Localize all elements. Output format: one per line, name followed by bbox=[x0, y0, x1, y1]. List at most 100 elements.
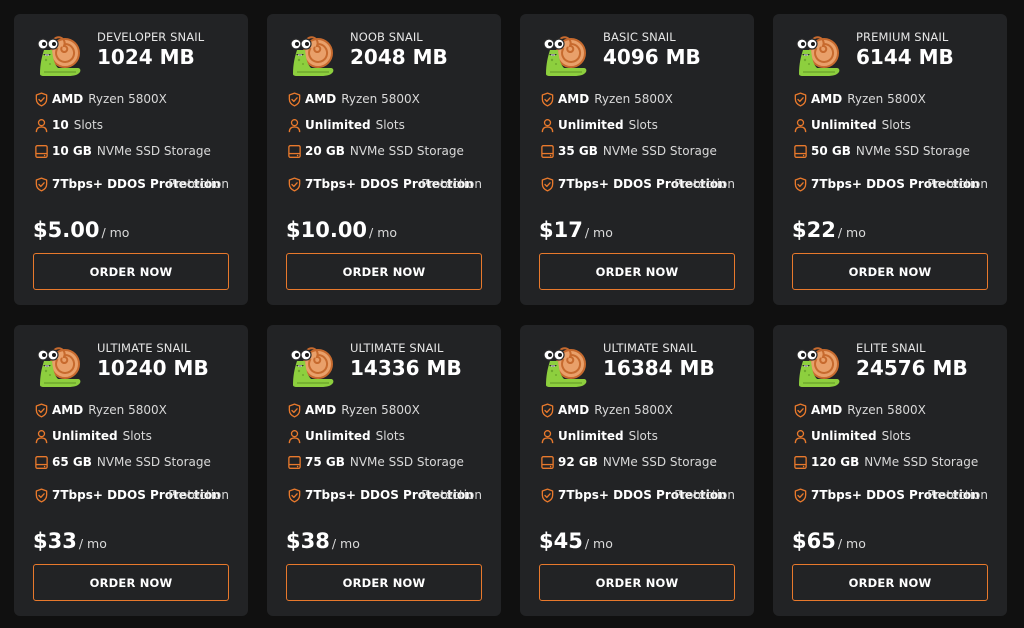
cpu-model: Ryzen 5800X bbox=[341, 403, 420, 417]
plan-price: $45 bbox=[539, 529, 583, 553]
plan-card: NOOB SNAIL 2048 MB AMD Ryzen 5800X Unlim… bbox=[267, 14, 501, 305]
feature-ddos: 7Tbps+ DDOS Protection Protection bbox=[792, 475, 988, 515]
feature-cpu: AMD Ryzen 5800X bbox=[33, 86, 229, 112]
shield-check-icon bbox=[792, 402, 808, 418]
shield-check-icon bbox=[33, 176, 49, 192]
snail-mascot-icon bbox=[290, 347, 334, 387]
price-period: / mo bbox=[584, 225, 613, 240]
slots-count: Unlimited bbox=[305, 429, 371, 443]
feature-ddos: 7Tbps+ DDOS Protection Protection bbox=[539, 475, 735, 515]
order-now-button[interactable]: ORDER NOW bbox=[33, 253, 229, 290]
plan-card: ULTIMATE SNAIL 14336 MB AMD Ryzen 5800X … bbox=[267, 325, 501, 616]
shield-check-icon bbox=[792, 91, 808, 107]
order-now-button[interactable]: ORDER NOW bbox=[286, 253, 482, 290]
snail-mascot-icon bbox=[37, 36, 81, 76]
slots-count: Unlimited bbox=[558, 118, 624, 132]
ddos-capacity: 7Tbps+ DDOS Protection bbox=[558, 177, 727, 191]
snail-mascot-icon bbox=[543, 347, 587, 387]
plan-title-block: ELITE SNAIL 24576 MB bbox=[856, 340, 968, 381]
plan-price: $22 bbox=[792, 218, 836, 242]
plan-name: DEVELOPER SNAIL bbox=[97, 30, 205, 44]
shield-check-icon bbox=[286, 487, 302, 503]
snail-mascot-icon bbox=[290, 36, 334, 76]
ddos-capacity: 7Tbps+ DDOS Protection bbox=[558, 488, 727, 502]
ddos-label: Protection bbox=[927, 488, 988, 502]
feature-ddos: 7Tbps+ DDOS Protection Protection bbox=[33, 164, 229, 204]
slots-label: Slots bbox=[628, 118, 658, 132]
plan-name: ULTIMATE SNAIL bbox=[97, 341, 191, 355]
shield-check-icon bbox=[539, 91, 555, 107]
feature-slots: Unlimited Slots bbox=[286, 423, 482, 449]
plan-header: PREMIUM SNAIL 6144 MB bbox=[792, 14, 988, 86]
drive-icon bbox=[539, 454, 555, 470]
drive-icon bbox=[286, 454, 302, 470]
plan-card: ULTIMATE SNAIL 10240 MB AMD Ryzen 5800X … bbox=[14, 325, 248, 616]
plan-price: $33 bbox=[33, 529, 77, 553]
order-now-button[interactable]: ORDER NOW bbox=[792, 564, 988, 601]
plan-header: DEVELOPER SNAIL 1024 MB bbox=[33, 14, 229, 86]
shield-check-icon bbox=[792, 487, 808, 503]
plan-card: ELITE SNAIL 24576 MB AMD Ryzen 5800X Unl… bbox=[773, 325, 1007, 616]
price-row: $22 / mo bbox=[792, 218, 988, 248]
ddos-capacity: 7Tbps+ DDOS Protection bbox=[305, 177, 474, 191]
plan-memory: 2048 MB bbox=[350, 45, 448, 69]
plan-price: $65 bbox=[792, 529, 836, 553]
drive-icon bbox=[792, 143, 808, 159]
plan-title-block: BASIC SNAIL 4096 MB bbox=[603, 29, 701, 70]
order-now-button[interactable]: ORDER NOW bbox=[286, 564, 482, 601]
plan-memory: 14336 MB bbox=[350, 356, 462, 380]
feature-storage: 92 GB NVMe SSD Storage bbox=[539, 449, 735, 475]
user-icon bbox=[539, 117, 555, 133]
price-period: / mo bbox=[101, 225, 130, 240]
feature-storage: 120 GB NVMe SSD Storage bbox=[792, 449, 988, 475]
cpu-model: Ryzen 5800X bbox=[88, 403, 167, 417]
cpu-model: Ryzen 5800X bbox=[341, 92, 420, 106]
cpu-brand: AMD bbox=[811, 92, 843, 106]
storage-size: 92 GB bbox=[558, 455, 598, 469]
shield-check-icon bbox=[539, 402, 555, 418]
plan-name: BASIC SNAIL bbox=[603, 30, 676, 44]
feature-ddos: 7Tbps+ DDOS Protection Protection bbox=[539, 164, 735, 204]
drive-icon bbox=[33, 143, 49, 159]
ddos-label: Protection bbox=[168, 488, 229, 502]
slots-count: Unlimited bbox=[811, 118, 877, 132]
order-now-button[interactable]: ORDER NOW bbox=[33, 564, 229, 601]
feature-ddos: 7Tbps+ DDOS Protection Protection bbox=[286, 164, 482, 204]
ddos-capacity: 7Tbps+ DDOS Protection bbox=[52, 177, 221, 191]
storage-type: NVMe SSD Storage bbox=[96, 144, 211, 158]
ddos-capacity: 7Tbps+ DDOS Protection bbox=[52, 488, 221, 502]
snail-mascot-icon bbox=[796, 347, 840, 387]
price-row: $45 / mo bbox=[539, 529, 735, 559]
plan-name: NOOB SNAIL bbox=[350, 30, 423, 44]
cpu-model: Ryzen 5800X bbox=[847, 92, 926, 106]
storage-size: 10 GB bbox=[52, 144, 92, 158]
feature-storage: 10 GB NVMe SSD Storage bbox=[33, 138, 229, 164]
price-row: $38 / mo bbox=[286, 529, 482, 559]
order-now-button[interactable]: ORDER NOW bbox=[792, 253, 988, 290]
drive-icon bbox=[792, 454, 808, 470]
slots-label: Slots bbox=[628, 429, 658, 443]
slots-label: Slots bbox=[375, 118, 405, 132]
slots-count: Unlimited bbox=[305, 118, 371, 132]
price-row: $33 / mo bbox=[33, 529, 229, 559]
price-period: / mo bbox=[369, 225, 398, 240]
storage-type: NVMe SSD Storage bbox=[96, 455, 211, 469]
plan-title-block: ULTIMATE SNAIL 16384 MB bbox=[603, 340, 715, 381]
cpu-brand: AMD bbox=[811, 403, 843, 417]
plan-name: PREMIUM SNAIL bbox=[856, 30, 949, 44]
plan-memory: 1024 MB bbox=[97, 45, 195, 69]
price-row: $65 / mo bbox=[792, 529, 988, 559]
order-now-button[interactable]: ORDER NOW bbox=[539, 253, 735, 290]
storage-type: NVMe SSD Storage bbox=[864, 455, 979, 469]
plan-title-block: NOOB SNAIL 2048 MB bbox=[350, 29, 448, 70]
plan-name: ELITE SNAIL bbox=[856, 341, 926, 355]
plan-price: $17 bbox=[539, 218, 583, 242]
ddos-capacity: 7Tbps+ DDOS Protection bbox=[811, 177, 980, 191]
feature-cpu: AMD Ryzen 5800X bbox=[286, 397, 482, 423]
order-now-button[interactable]: ORDER NOW bbox=[539, 564, 735, 601]
user-icon bbox=[539, 428, 555, 444]
price-period: / mo bbox=[837, 536, 866, 551]
price-row: $5.00 / mo bbox=[33, 218, 229, 248]
slots-label: Slots bbox=[881, 118, 911, 132]
plan-header: ULTIMATE SNAIL 14336 MB bbox=[286, 325, 482, 397]
